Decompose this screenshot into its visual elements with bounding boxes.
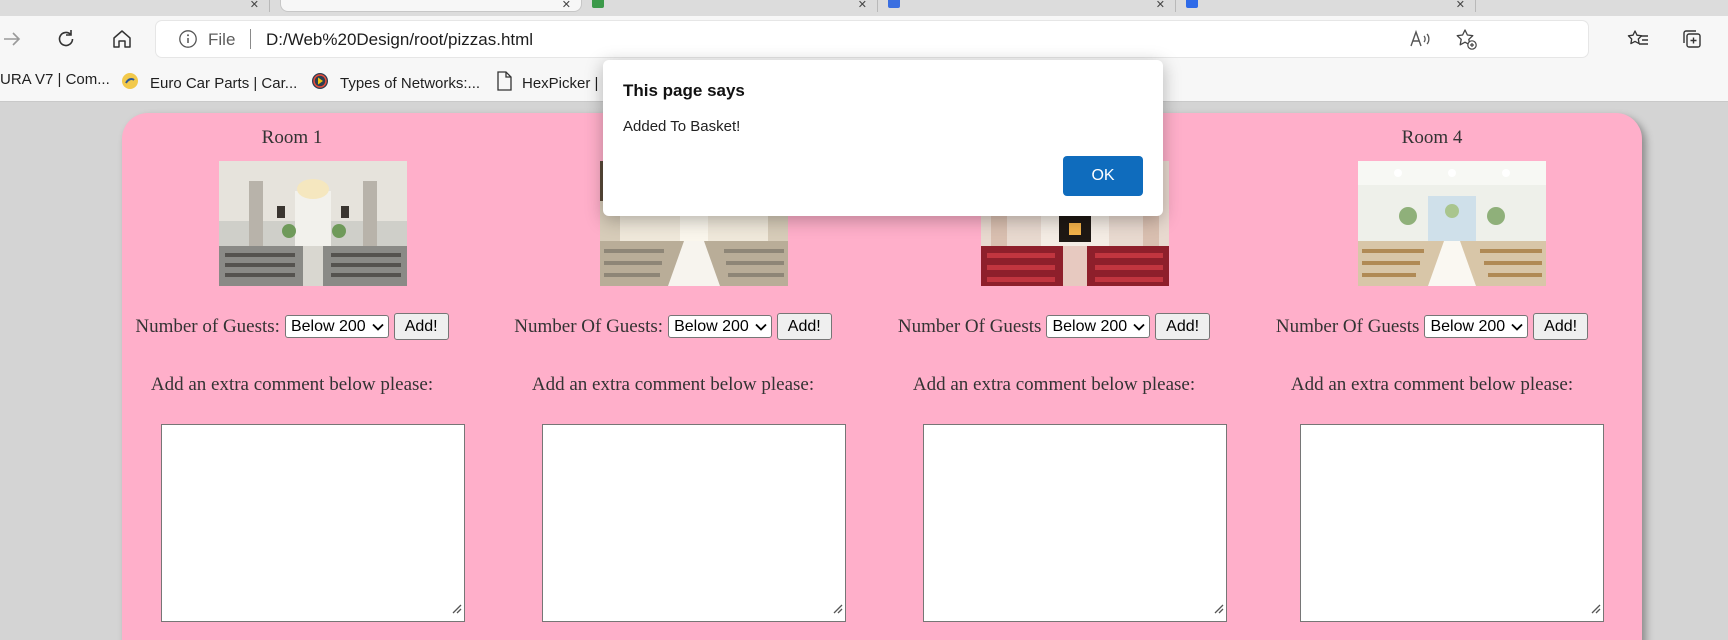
resize-grip-icon[interactable] <box>450 601 462 619</box>
guests-label: Number of Guests: <box>135 315 280 337</box>
add-button[interactable]: Add! <box>776 313 832 340</box>
guests-select-value: Below 200 <box>1430 317 1506 335</box>
info-icon[interactable] <box>178 29 198 54</box>
bookmark-item[interactable]: Types of Networks:... <box>310 71 480 95</box>
guests-select-value: Below 200 <box>674 317 749 335</box>
browser-tab[interactable]: ✕ <box>582 0 878 12</box>
guests-row: Number of Guests: Below 200 Add! <box>122 313 462 340</box>
dialog-message: Added To Basket! <box>623 118 741 135</box>
play-circle-icon <box>310 71 330 95</box>
close-tab-icon[interactable]: ✕ <box>858 0 867 11</box>
refresh-icon[interactable] <box>50 24 82 54</box>
room-photo <box>1358 161 1546 286</box>
bookmark-label: URA V7 | Com... <box>0 71 110 88</box>
favorites-icon[interactable] <box>1622 24 1654 54</box>
chevron-down-icon <box>372 318 384 336</box>
bookmark-label: HexPicker | <box>522 74 599 92</box>
browser-tab[interactable]: ✕ <box>0 0 270 12</box>
room-title: Room 4 <box>1401 127 1463 148</box>
browser-tab[interactable]: ✕ <box>878 0 1176 12</box>
close-tab-icon[interactable]: ✕ <box>1156 0 1165 11</box>
bookmark-item[interactable]: HexPicker | <box>496 71 598 95</box>
page-icon <box>496 71 512 95</box>
resize-grip-icon[interactable] <box>1212 601 1224 619</box>
ok-button[interactable]: OK <box>1063 156 1143 196</box>
room-photo <box>219 161 407 286</box>
resize-grip-icon[interactable] <box>831 601 843 619</box>
tab-favicon-icon <box>888 0 900 8</box>
bookmark-label: Types of Networks:... <box>340 74 481 92</box>
address-url[interactable]: D:/Web%20Design/root/pizzas.html <box>266 30 533 50</box>
tab-favicon-icon <box>1186 0 1198 8</box>
comment-label: Add an extra comment below please: <box>150 374 434 395</box>
bookmark-label: Euro Car Parts | Car... <box>150 74 298 92</box>
add-button[interactable]: Add! <box>393 313 449 340</box>
comment-label: Add an extra comment below please: <box>1290 374 1574 395</box>
browser-tab[interactable]: ✕ <box>1176 0 1476 12</box>
room-card-1: Room 1 Number of Guests: Below 200 Add! … <box>122 113 465 640</box>
close-tab-icon[interactable]: ✕ <box>562 0 571 11</box>
chevron-down-icon <box>1133 318 1145 336</box>
guests-select-value: Below 200 <box>1052 317 1128 335</box>
browser-toolbar: File D:/Web%20Design/root/pizzas.html <box>0 16 1728 62</box>
guests-row: Number Of Guests Below 200 Add! <box>1262 313 1602 340</box>
close-tab-icon[interactable]: ✕ <box>1456 0 1465 11</box>
room-card-4: Room 4 Number Of Guests Below 200 Add! A… <box>1262 113 1604 640</box>
guests-label: Number Of Guests <box>1275 315 1420 337</box>
add-button[interactable]: Add! <box>1533 313 1589 340</box>
comment-textarea[interactable] <box>542 424 846 622</box>
guests-row: Number Of Guests: Below 200 Add! <box>503 313 843 340</box>
alert-dialog: This page says Added To Basket! OK <box>603 60 1163 216</box>
close-tab-icon[interactable]: ✕ <box>250 0 259 11</box>
chevron-down-icon <box>1511 318 1523 336</box>
guests-select[interactable]: Below 200 <box>1424 315 1529 338</box>
home-icon[interactable] <box>106 24 138 54</box>
forward-arrow-icon[interactable] <box>0 24 28 54</box>
guests-select-value: Below 200 <box>290 317 366 335</box>
room-title: Room 1 <box>261 127 323 148</box>
guests-select[interactable]: Below 200 <box>284 315 389 338</box>
guests-select[interactable]: Below 200 <box>1046 315 1151 338</box>
bookmark-item[interactable]: URA V7 | Com... <box>0 71 110 88</box>
guests-row: Number Of Guests Below 200 Add! <box>884 313 1224 340</box>
add-button[interactable]: Add! <box>1155 313 1211 340</box>
guests-select[interactable]: Below 200 <box>668 315 772 338</box>
tab-strip: ✕ ✕ ✕ ✕ ✕ <box>0 0 1728 16</box>
comment-label: Add an extra comment below please: <box>912 374 1196 395</box>
comment-textarea[interactable] <box>923 424 1227 622</box>
comment-textarea[interactable] <box>161 424 465 622</box>
euro-car-parts-icon <box>120 71 140 95</box>
comment-label: Add an extra comment below please: <box>531 374 815 395</box>
bookmark-item[interactable]: Euro Car Parts | Car... <box>120 71 297 95</box>
dialog-title: This page says <box>623 81 745 100</box>
comment-textarea[interactable] <box>1300 424 1604 622</box>
resize-grip-icon[interactable] <box>1589 601 1601 619</box>
address-scheme-label: File <box>208 30 236 49</box>
address-divider <box>250 29 251 49</box>
read-aloud-icon[interactable] <box>1408 27 1432 56</box>
chevron-down-icon <box>755 318 767 336</box>
collections-icon[interactable] <box>1676 24 1708 54</box>
guests-label: Number Of Guests <box>897 315 1042 337</box>
guests-label: Number Of Guests: <box>514 315 664 337</box>
add-favorite-icon[interactable] <box>1454 27 1478 56</box>
browser-tab-active[interactable]: ✕ <box>280 0 582 12</box>
address-bar[interactable]: File D:/Web%20Design/root/pizzas.html <box>156 21 1588 57</box>
tab-favicon-icon <box>592 0 604 8</box>
